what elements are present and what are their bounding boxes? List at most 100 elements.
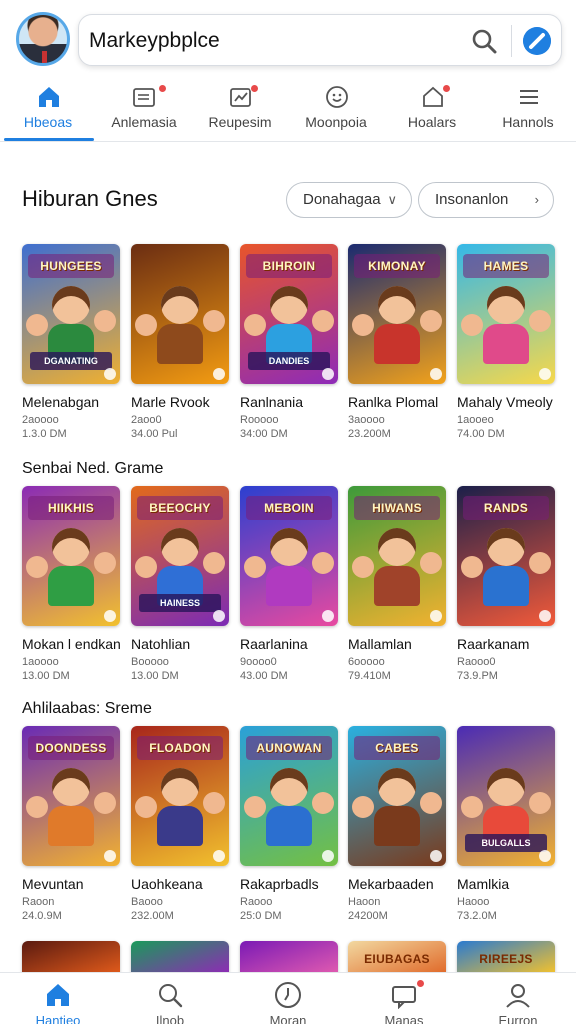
tab-home[interactable]: Hbeoas <box>0 80 96 142</box>
nav-search[interactable]: Ilnob <box>112 973 228 1024</box>
character-art <box>461 556 483 578</box>
rating-badge-icon <box>322 850 334 862</box>
nav-home[interactable]: Hantieo <box>0 973 116 1024</box>
character-art <box>312 310 334 332</box>
game-thumbnail[interactable]: HAMES <box>457 244 555 384</box>
nav-profile[interactable]: Eurron <box>460 973 576 1024</box>
game-downloads: Rooooo <box>240 414 279 426</box>
character-art <box>487 528 525 566</box>
game-size: 74.00 DM <box>457 428 505 440</box>
news-icon <box>133 88 155 107</box>
game-logo-text: DOONDESS <box>28 736 114 760</box>
search-icon[interactable] <box>471 28 497 54</box>
filter-dropdown-2[interactable]: Insonanlon › <box>418 182 554 218</box>
game-thumbnail[interactable] <box>131 941 229 973</box>
nav-recent[interactable]: Moran <box>230 973 346 1024</box>
game-size: 232.00M <box>131 910 174 922</box>
search-divider <box>511 25 512 57</box>
chevron-right-icon: › <box>534 192 539 207</box>
game-thumbnail[interactable]: MEBOIN <box>240 486 338 626</box>
game-thumbnail[interactable]: AUNOWAN <box>240 726 338 866</box>
tab-fun[interactable]: Moonpoia <box>288 80 384 142</box>
game-downloads: 6ooooo <box>348 656 385 668</box>
game-downloads: 2aoooo <box>22 414 59 426</box>
character-art <box>26 796 48 818</box>
game-size: 73.2.0M <box>457 910 497 922</box>
notification-dot <box>250 84 259 93</box>
game-thumbnail[interactable]: HIWANS <box>348 486 446 626</box>
game-thumbnail[interactable]: EIUBAGAS <box>348 941 446 973</box>
game-thumbnail[interactable]: RANDS <box>457 486 555 626</box>
character-art <box>487 286 525 324</box>
game-thumbnail[interactable]: BULGALLS <box>457 726 555 866</box>
tab-news[interactable]: Anlemasia <box>96 80 192 142</box>
character-art <box>135 314 157 336</box>
game-logo-text: FLOADON <box>137 736 223 760</box>
tab-label: Anlemasia <box>111 114 177 130</box>
tab-channels[interactable]: Hannols <box>480 80 576 142</box>
game-logo-text: HIWANS <box>354 496 440 520</box>
character-art <box>378 768 416 806</box>
tab-local[interactable]: Hoalars <box>384 80 480 142</box>
avatar[interactable] <box>16 12 70 66</box>
game-thumbnail[interactable]: KIMONAY <box>348 244 446 384</box>
rating-badge-icon <box>104 610 116 622</box>
game-thumbnail[interactable]: CABES <box>348 726 446 866</box>
game-title: Uaohkeana <box>131 876 203 892</box>
rating-badge-icon <box>322 610 334 622</box>
tab-label: Hbeoas <box>23 114 73 130</box>
active-tab-indicator <box>4 138 94 141</box>
game-size: 43.00 DM <box>240 670 288 682</box>
filter-dropdown-1[interactable]: Donahagaa ∨ <box>286 182 412 218</box>
game-thumbnail[interactable]: HIIKHIS <box>22 486 120 626</box>
character-art <box>529 310 551 332</box>
game-subtitle-text: DGANATING <box>30 352 112 370</box>
game-title: Mekarbaaden <box>348 876 434 892</box>
character-art <box>461 796 483 818</box>
game-size: 1.3.0 DM <box>22 428 67 440</box>
rating-badge-icon <box>539 610 551 622</box>
nav-messages[interactable]: Manas <box>346 973 462 1024</box>
character-art <box>374 806 420 846</box>
game-thumbnail[interactable]: RIREEJS <box>457 941 555 973</box>
chat-icon <box>392 986 416 1009</box>
game-downloads: Raoon <box>22 896 55 908</box>
game-thumbnail[interactable]: DOONDESS <box>22 726 120 866</box>
game-size: 34:00 DM <box>240 428 288 440</box>
game-thumbnail[interactable]: BEEOCHY HAINESS <box>131 486 229 626</box>
compass-icon[interactable] <box>523 27 551 55</box>
game-thumbnail[interactable] <box>240 941 338 973</box>
game-title: Mallamlan <box>348 636 412 652</box>
tab-trending[interactable]: Reupesim <box>192 80 288 142</box>
game-logo-text: BIHROIN <box>246 254 332 278</box>
character-art <box>312 792 334 814</box>
notification-dot <box>416 979 425 988</box>
game-logo-text: MEBOIN <box>246 496 332 520</box>
character-art <box>483 566 529 606</box>
game-downloads: 1aoooo <box>22 656 59 668</box>
game-downloads: Haooo <box>457 896 490 908</box>
character-art <box>420 792 442 814</box>
character-art <box>157 324 203 364</box>
search-bar[interactable]: Markeypbplce <box>78 14 562 66</box>
home-icon <box>47 984 69 1006</box>
game-subtitle-text: DANDIES <box>248 352 330 370</box>
filter-label: Insonanlon <box>435 191 509 208</box>
character-art <box>420 552 442 574</box>
game-downloads: 3aoooo <box>348 414 385 426</box>
game-size: 24.0.9M <box>22 910 62 922</box>
rating-badge-icon <box>322 368 334 380</box>
character-art <box>135 556 157 578</box>
category-tabs: Hbeoas Anlemasia Reupesim Moonpoia Hoala… <box>0 80 576 142</box>
smiley-icon <box>326 86 348 108</box>
game-thumbnail[interactable]: HUNGEES DGANATING <box>22 244 120 384</box>
search-input[interactable]: Markeypbplce <box>89 29 220 53</box>
game-thumbnail[interactable]: BIHROIN DANDIES <box>240 244 338 384</box>
game-logo-text: HAMES <box>463 254 549 278</box>
section-title: Senbai Ned. Grame <box>22 460 164 477</box>
game-thumbnail[interactable] <box>131 244 229 384</box>
game-thumbnail[interactable] <box>22 941 120 973</box>
game-title: Natohlian <box>131 636 191 652</box>
nav-label: Eurron <box>498 1013 538 1024</box>
game-thumbnail[interactable]: FLOADON <box>131 726 229 866</box>
